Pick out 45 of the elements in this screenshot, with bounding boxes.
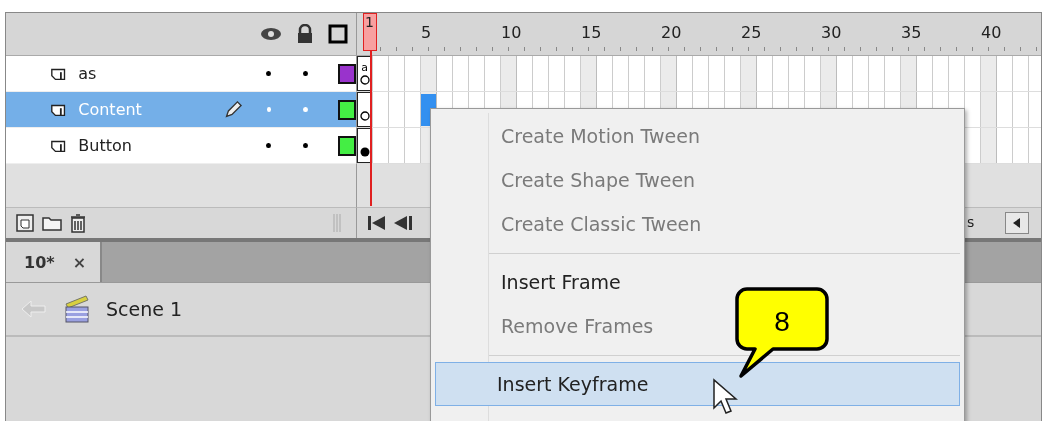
previous-frame-icon[interactable] (393, 215, 413, 231)
outline-icon[interactable] (328, 24, 348, 44)
playhead[interactable]: 1 (363, 13, 377, 51)
eye-icon[interactable] (260, 27, 282, 41)
menu-item[interactable]: Insert Frame (501, 271, 621, 293)
folder-icon[interactable] (42, 215, 62, 231)
trash-icon[interactable] (70, 213, 86, 233)
layer-name: as (78, 64, 98, 83)
first-frame-icon[interactable] (367, 215, 387, 231)
new-layer-icon[interactable] (16, 214, 34, 232)
tab-title: 10* (24, 252, 55, 272)
script-mark: a (361, 62, 368, 73)
menu-item[interactable]: Insert Keyframe (497, 373, 649, 395)
visible-dot[interactable] (266, 71, 271, 76)
layer-row[interactable]: Button (6, 128, 356, 164)
close-button[interactable]: × (72, 252, 87, 272)
frame-number: 25 (741, 23, 762, 42)
left-arrow-icon (1013, 218, 1021, 228)
menu-highlight[interactable]: Insert Keyframe (435, 362, 960, 406)
unlocked-dot[interactable] (303, 107, 308, 112)
outline-swatch[interactable] (337, 135, 356, 156)
frame-number: 10 (501, 23, 522, 42)
cursor-icon (712, 378, 738, 416)
document-tab[interactable]: 10* × (6, 242, 103, 282)
unlocked-dot[interactable] (302, 143, 308, 148)
visible-dot[interactable] (266, 143, 271, 148)
frame-row[interactable]: a (356, 56, 1041, 92)
layer-row[interactable]: as (6, 56, 356, 92)
outline-swatch[interactable] (337, 63, 356, 84)
frame-number: 40 (981, 23, 1002, 42)
frame-number: 35 (901, 23, 922, 42)
layer-name: Button (78, 136, 133, 155)
visible-dot[interactable] (266, 107, 272, 112)
frame-number: 15 (581, 23, 602, 42)
footer-text: s (967, 214, 975, 230)
unlocked-dot[interactable] (302, 71, 308, 76)
outline-swatch[interactable] (337, 99, 356, 120)
layer-name: Content (78, 100, 143, 119)
scene-label[interactable]: Scene 1 (106, 298, 183, 320)
scroll-left-button[interactable] (1005, 212, 1029, 234)
frame-number: 5 (421, 23, 432, 42)
clapperboard-icon (62, 294, 92, 324)
frame-number: 30 (821, 23, 842, 42)
lock-icon[interactable] (296, 24, 314, 44)
frame-number: 20 (661, 23, 682, 42)
